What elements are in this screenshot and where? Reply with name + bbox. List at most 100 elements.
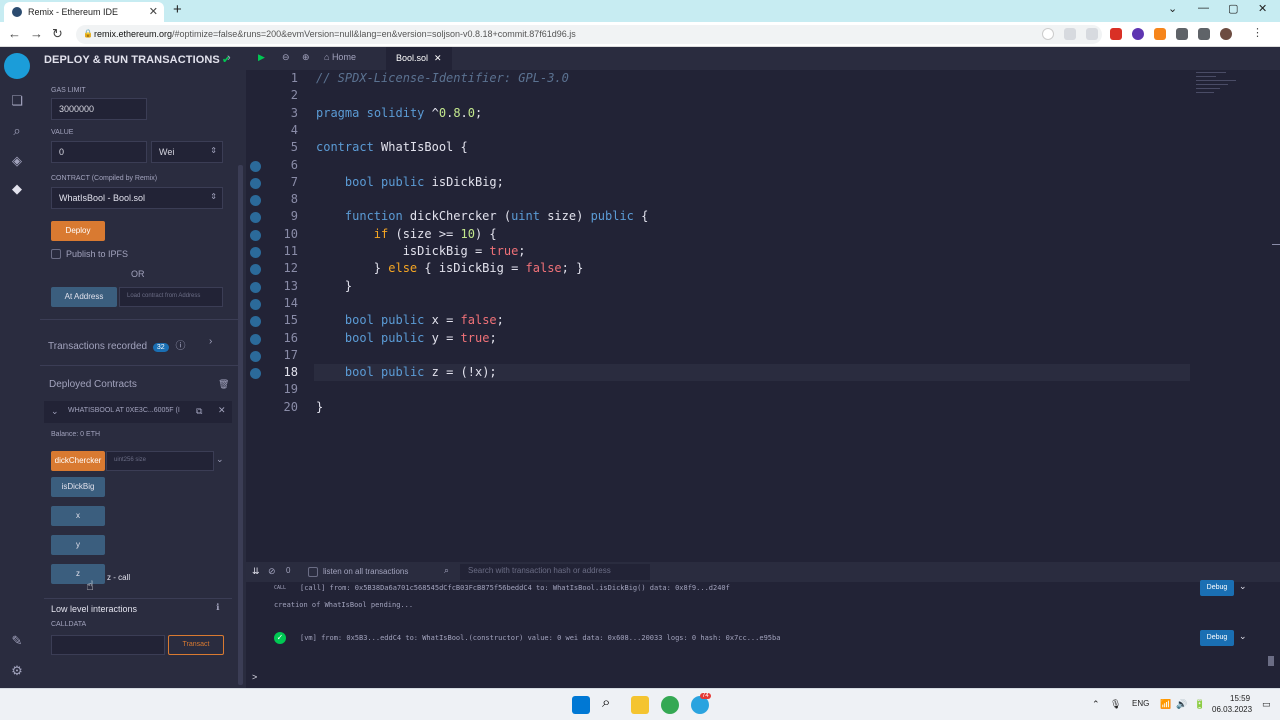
fn-isDickBig-button[interactable]: isDickBig	[51, 477, 105, 497]
code-line[interactable]: if (size >= 10) {	[316, 227, 497, 241]
terminal-scrollbar[interactable]	[1268, 656, 1274, 666]
chevron-down-icon[interactable]: ⌄	[1239, 631, 1247, 642]
zoom-out-icon[interactable]: ⊖	[282, 52, 290, 63]
publish-ipfs-checkbox[interactable]	[51, 249, 61, 259]
code-line[interactable]: }	[316, 400, 323, 414]
tab-bool-sol[interactable]: Bool.sol ✕	[386, 47, 452, 70]
remix-logo-icon[interactable]	[4, 53, 30, 79]
debug-button[interactable]: Debug	[1200, 580, 1234, 596]
at-address-button[interactable]: At Address	[51, 287, 117, 307]
close-icon[interactable]: ✕	[218, 405, 226, 416]
compiler-icon[interactable]: ◈	[9, 153, 25, 169]
google-icon[interactable]	[1042, 28, 1054, 40]
code-line[interactable]: contract WhatIsBool {	[316, 140, 468, 154]
code-line[interactable]: }	[316, 279, 352, 293]
minimize-button[interactable]: —	[1198, 2, 1209, 14]
battery-icon[interactable]: 🔋	[1194, 699, 1205, 710]
breakpoint-marker[interactable]	[250, 160, 261, 172]
share-icon[interactable]	[1064, 28, 1076, 40]
extensions-puzzle-icon[interactable]	[1176, 28, 1188, 40]
microphone-icon[interactable]: 🎙	[1110, 699, 1121, 710]
code-line[interactable]: bool public x = false;	[316, 313, 504, 327]
breakpoint-marker[interactable]	[250, 316, 261, 328]
code-line[interactable]: bool public z = (!x);	[316, 365, 497, 379]
code-line[interactable]: function dickChercker (uint size) public…	[316, 209, 648, 223]
breakpoint-marker[interactable]	[250, 298, 261, 310]
code-line[interactable]: bool public y = true;	[316, 331, 497, 345]
settings-icon[interactable]: ⚙	[9, 663, 25, 679]
breakpoint-marker[interactable]	[250, 247, 261, 258]
chevron-double-down-icon[interactable]: ⇊	[252, 566, 260, 577]
log-vm[interactable]: [vm] from: 0x5B3...eddC4 to: WhatIsBool.…	[300, 634, 780, 642]
clear-console-icon[interactable]: ⊘	[268, 566, 276, 577]
tray-chevron-icon[interactable]: ⌃	[1092, 699, 1100, 710]
load-contract-input[interactable]: Load contract from Address	[119, 287, 223, 307]
deploy-icon[interactable]: ◆	[9, 181, 25, 197]
debug-button[interactable]: Debug	[1200, 630, 1234, 646]
fn-y-button[interactable]: y	[51, 535, 105, 555]
windows-start-icon[interactable]	[572, 696, 590, 714]
close-tab-icon[interactable]: ✕	[434, 53, 442, 63]
breakpoint-marker[interactable]	[250, 350, 261, 362]
tab-search-icon[interactable]: ⌄	[1168, 2, 1177, 15]
chevron-right-icon[interactable]: ›	[209, 336, 212, 347]
notification-icon[interactable]: ▭	[1262, 699, 1271, 710]
search-icon[interactable]: ⌕	[602, 694, 620, 712]
fn-x-button[interactable]: x	[51, 506, 105, 526]
breakpoint-marker[interactable]	[250, 229, 261, 241]
chevron-right-icon[interactable]: ›	[227, 52, 231, 64]
gas-limit-input[interactable]: 3000000	[51, 98, 147, 120]
minimap[interactable]	[1192, 70, 1272, 100]
code-line[interactable]: bool public isDickBig;	[316, 175, 504, 189]
gmail-extension-icon[interactable]	[1110, 28, 1122, 40]
code-editor[interactable]: 1 2 3 4 5 6 7 8 9 10 11 12 13 14 15 16 17 18 19 20 // SPDX-…	[246, 70, 1280, 560]
breakpoint-marker[interactable]	[250, 195, 261, 207]
back-icon[interactable]: ←	[8, 26, 21, 41]
fn-dickChercker-input[interactable]: uint256 size	[106, 451, 214, 471]
new-tab-button[interactable]: +	[173, 1, 182, 18]
code-line[interactable]: // SPDX-License-Identifier: GPL-3.0	[316, 71, 569, 85]
fn-dickChercker-button[interactable]: dickChercker	[51, 451, 105, 471]
transact-button[interactable]: Transact	[168, 635, 224, 655]
chrome-icon[interactable]	[661, 696, 679, 714]
code-line[interactable]: pragma solidity ^0.8.0;	[316, 106, 482, 120]
listen-all-checkbox[interactable]	[308, 567, 318, 577]
close-tab-icon[interactable]: ✕	[149, 5, 158, 18]
panel-scrollbar[interactable]	[238, 165, 243, 685]
tab-home[interactable]: ⌂ Home	[324, 52, 356, 62]
reload-icon[interactable]: ↻	[52, 26, 63, 42]
clock-time[interactable]: 15:59	[1230, 694, 1250, 703]
close-window-button[interactable]: ✕	[1258, 2, 1267, 15]
breakpoint-marker[interactable]	[250, 177, 261, 189]
sidebar-icon[interactable]	[1198, 28, 1210, 40]
fn-z-button[interactable]: z	[51, 564, 105, 584]
terminal-prompt[interactable]: >	[252, 672, 257, 682]
log-call[interactable]: [call] from: 0x5B38Da6a701c568545dCfcB03…	[300, 584, 730, 592]
chevron-down-icon[interactable]: ⌄	[51, 406, 59, 417]
run-script-icon[interactable]: ▶	[258, 52, 265, 63]
file-explorer-icon[interactable]	[631, 696, 649, 714]
clock-date[interactable]: 06.03.2023	[1212, 705, 1252, 714]
deploy-button[interactable]: Deploy	[51, 221, 105, 241]
browser-tab[interactable]: Remix - Ethereum IDE ✕	[4, 2, 164, 22]
extension-circle-icon[interactable]	[1132, 28, 1144, 40]
value-unit-select[interactable]: Wei ⇕	[151, 141, 223, 163]
menu-kebab-icon[interactable]: ⋮	[1252, 26, 1263, 39]
calldata-input[interactable]	[51, 635, 165, 655]
contract-select[interactable]: WhatIsBool - Bool.sol ⇕	[51, 187, 223, 209]
zoom-in-icon[interactable]: ⊕	[302, 52, 310, 63]
language-indicator[interactable]: ENG	[1132, 699, 1149, 708]
wifi-icon[interactable]: 📶	[1160, 699, 1171, 710]
breakpoint-marker[interactable]	[250, 333, 261, 345]
forward-icon[interactable]: →	[30, 26, 43, 41]
copy-icon[interactable]: ⧉	[196, 406, 202, 417]
chevron-down-icon[interactable]: ⌄	[216, 454, 224, 465]
terminal-search-input[interactable]: Search with transaction hash or address	[460, 564, 650, 580]
volume-icon[interactable]: 🔊	[1176, 699, 1187, 710]
breakpoint-marker[interactable]	[250, 264, 261, 276]
code-line[interactable]: isDickBig = true;	[316, 244, 526, 258]
bookmark-star-icon[interactable]	[1086, 28, 1098, 40]
url-input[interactable]: 🔒 remix.ethereum.org/#optimize=false&run…	[76, 25, 1102, 44]
file-explorer-icon[interactable]: ❏	[9, 93, 25, 109]
breakpoint-marker[interactable]	[250, 212, 261, 224]
